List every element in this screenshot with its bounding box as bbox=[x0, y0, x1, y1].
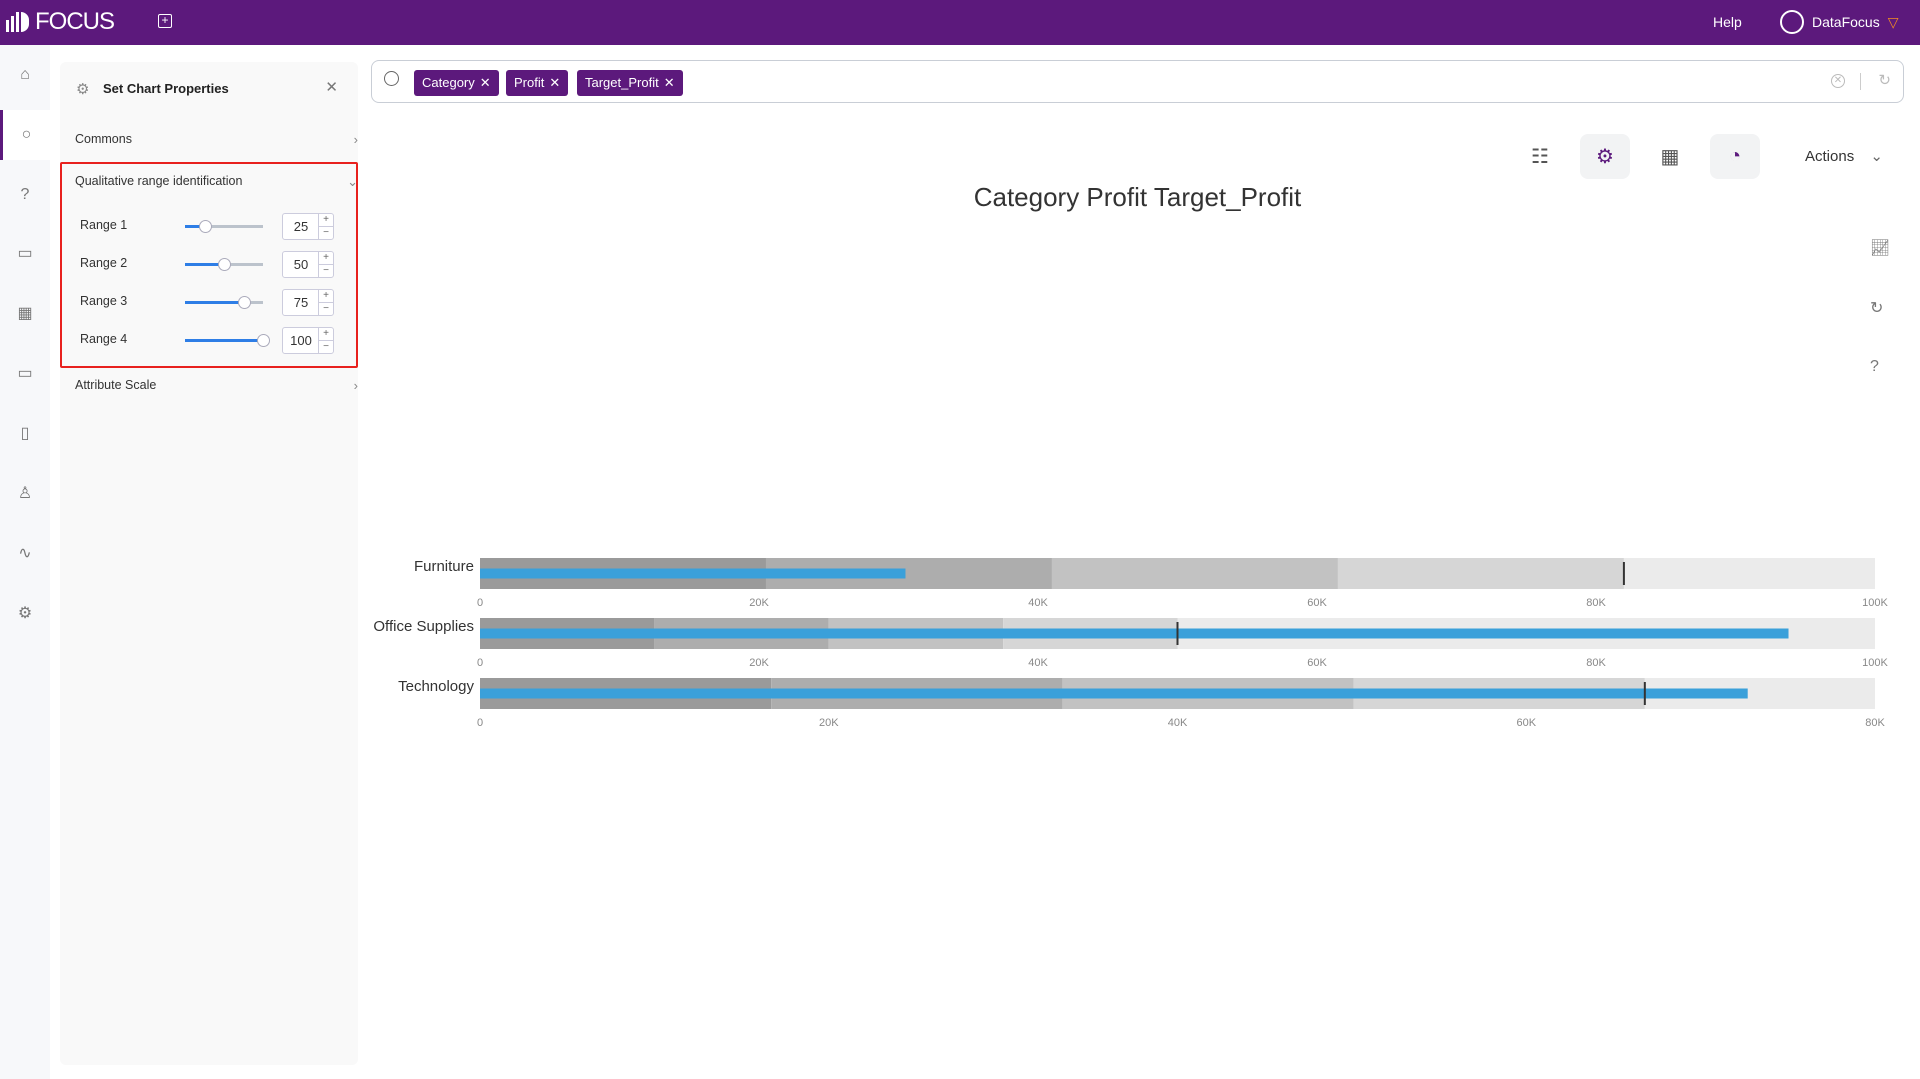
target-marker bbox=[1643, 682, 1646, 705]
axis-tick-label: 80K bbox=[1586, 597, 1606, 609]
target-marker bbox=[1176, 622, 1179, 645]
axis-tick-label: 20K bbox=[749, 657, 769, 669]
axis-tick-label: 100K bbox=[1862, 657, 1888, 669]
profit-bar bbox=[480, 688, 1748, 699]
axis-tick-label: 0 bbox=[477, 597, 483, 609]
profit-bar bbox=[480, 568, 906, 579]
axis-tick-label: 0 bbox=[477, 717, 483, 729]
profit-bar bbox=[480, 628, 1789, 639]
bullet-chart: Furniture 0 20K 40K 60K 80K 100K Office Supplie… bbox=[373, 558, 1889, 729]
axis-tick-label: 60K bbox=[1307, 657, 1327, 669]
range-band bbox=[1623, 558, 1875, 589]
axis-tick-label: 80K bbox=[1586, 657, 1606, 669]
axis-tick-label: 100K bbox=[1862, 597, 1888, 609]
axis-tick-label: 80K bbox=[1865, 717, 1885, 729]
axis-tick-label: 20K bbox=[749, 597, 769, 609]
axis-tick-label: 40K bbox=[1028, 657, 1048, 669]
axis-tick-label: 60K bbox=[1307, 597, 1327, 609]
axis-tick-label: 40K bbox=[1168, 717, 1188, 729]
category-label: Technology bbox=[398, 678, 474, 695]
axis-tick-label: 0 bbox=[477, 657, 483, 669]
category-label: Furniture bbox=[414, 558, 474, 575]
range-band bbox=[1337, 558, 1624, 589]
axis-tick-label: 40K bbox=[1028, 597, 1048, 609]
axis-tick-label: 20K bbox=[819, 717, 839, 729]
range-band bbox=[1051, 558, 1338, 589]
axis-tick-label: 60K bbox=[1516, 717, 1536, 729]
target-marker bbox=[1622, 562, 1625, 585]
category-label: Office Supplies bbox=[373, 618, 474, 635]
